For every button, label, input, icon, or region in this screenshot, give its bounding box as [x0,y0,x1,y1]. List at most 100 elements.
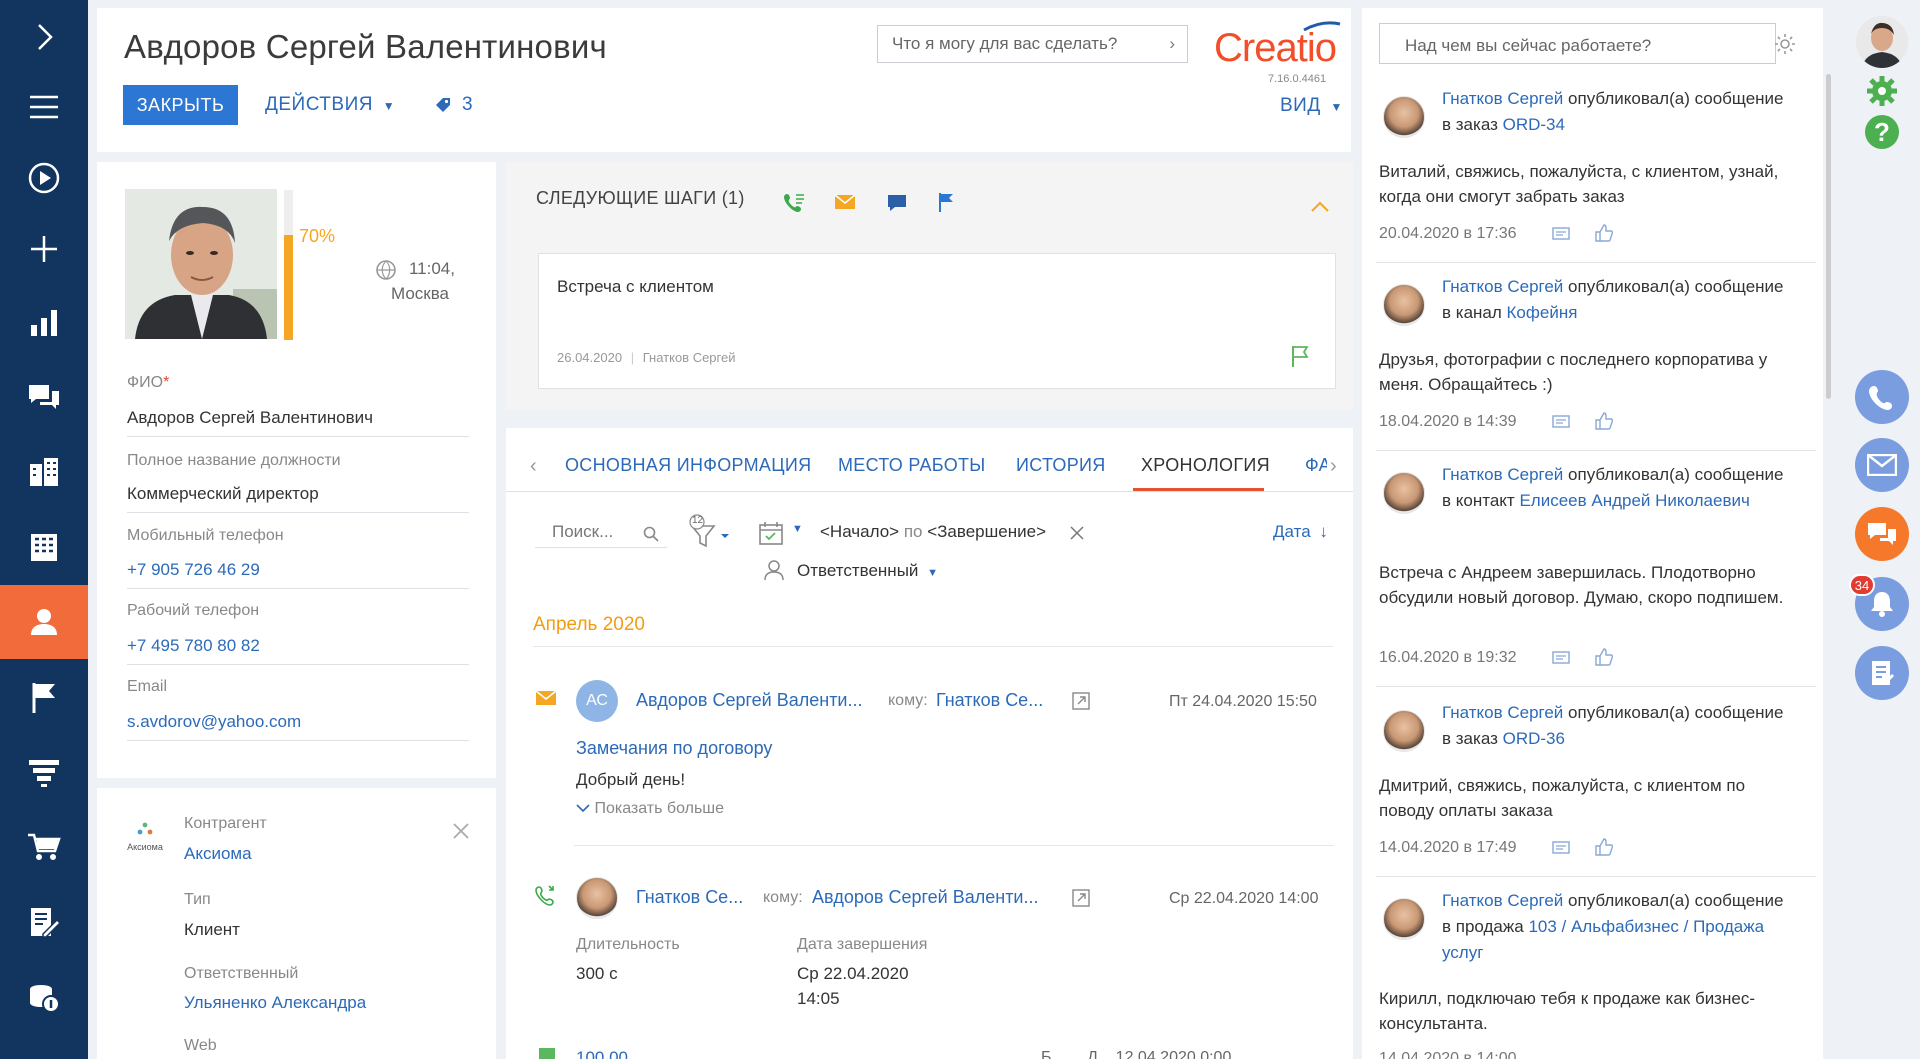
field-value-type[interactable]: Клиент [184,920,240,940]
avatar[interactable] [1383,284,1425,326]
feed-scrollbar[interactable] [1826,74,1831,399]
page-title: Авдоров Сергей Валентинович [124,28,607,65]
tab-main-info[interactable]: ОСНОВНАЯ ИНФОРМАЦИЯ [565,455,811,476]
comment-icon[interactable] [1552,651,1570,667]
funnel-icon[interactable] [0,735,88,809]
like-icon[interactable] [1594,648,1614,666]
feed-post-input[interactable]: Над чем вы сейчас работаете? [1379,23,1776,64]
comment-add-icon[interactable] [886,192,908,214]
post-author[interactable]: Гнатков Сергей [1442,277,1563,296]
dashboards-icon[interactable] [0,286,88,360]
like-icon[interactable] [1594,224,1614,242]
timeline-item[interactable]: АС Авдоров Сергей Валенти... кому: Гнатк… [506,668,1353,828]
expand-icon[interactable] [0,0,88,74]
comment-icon[interactable] [1552,415,1570,431]
email-add-icon[interactable] [834,193,856,211]
phone-button[interactable] [1855,370,1909,424]
chevron-right-icon[interactable]: › [1330,455,1337,478]
post-author[interactable]: Гнатков Сергей [1442,89,1563,108]
field-value-mobile-phone[interactable]: +7 905 726 46 29 [127,560,469,589]
actions-button[interactable]: ДЕЙСТВИЯ ▼ [265,94,395,116]
timeline-search-input[interactable]: Поиск... [535,520,667,548]
comment-icon[interactable] [1552,841,1570,857]
chevron-down-icon[interactable]: ▼ [792,523,803,535]
show-more-link[interactable]: Показать больше [576,800,724,818]
tags-button[interactable]: 3 [434,94,473,116]
menu-icon[interactable] [0,70,88,144]
tab-files[interactable]: ФА [1305,455,1327,476]
filter-button[interactable]: 12 [688,514,730,555]
post-header: Гнатков Сергей опубликовал(а) сообщение … [1442,700,1797,752]
clear-period-icon[interactable] [1070,526,1084,540]
process-icon[interactable] [0,141,88,215]
timeline-item[interactable]: Гнатков Се... кому: Авдоров Сергей Вален… [506,866,1353,1016]
close-icon[interactable] [452,822,470,845]
open-external-icon[interactable] [1072,692,1090,710]
orders-icon[interactable] [0,810,88,884]
avatar[interactable] [1383,472,1425,514]
chevron-up-icon[interactable] [1310,201,1330,213]
avatar[interactable] [1383,96,1425,138]
post-author[interactable]: Гнатков Сергей [1442,703,1563,722]
feed-post: Гнатков Сергей опубликовал(а) сообщение … [1376,274,1816,462]
command-line-input[interactable]: Что я могу для вас сделать? › [877,25,1188,63]
settings-gear-icon[interactable] [1865,74,1899,108]
chat-button[interactable] [1855,507,1909,561]
sort-button[interactable]: Дата ↓ [1273,522,1328,542]
tab-timeline[interactable]: ХРОНОЛОГИЯ [1141,455,1270,476]
comment-icon[interactable] [1552,227,1570,243]
post-author[interactable]: Гнатков Сергей [1442,465,1563,484]
feed-icon[interactable] [0,360,88,434]
flag-icon[interactable] [1289,344,1311,368]
call-from[interactable]: Гнатков Се... [636,887,743,908]
help-icon[interactable]: ? [1865,115,1899,149]
post-date: 14.04.2020 в 14:00 [1379,1050,1517,1059]
chevron-left-icon[interactable]: ‹ [530,455,537,478]
view-button[interactable]: ВИД ▼ [1280,95,1343,117]
period-filter[interactable]: <Начало> по <Завершение> [820,522,1046,542]
owner-filter[interactable]: Ответственный ▼ [797,561,938,581]
open-external-icon[interactable] [1072,889,1090,907]
next-step-card[interactable]: Встреча с клиентом 26.04.2020 | Гнатков … [538,253,1336,389]
post-target[interactable]: ORD-34 [1503,115,1565,134]
activities-icon[interactable] [0,660,88,734]
contact-photo[interactable] [125,189,277,339]
add-icon[interactable] [0,212,88,286]
current-user-avatar[interactable] [1856,16,1908,68]
email-button[interactable] [1855,438,1909,492]
post-target[interactable]: Кофейня [1507,303,1578,322]
companies-icon[interactable] [0,510,88,584]
peek-item-title[interactable]: 100 00 [576,1047,628,1059]
next-steps-title[interactable]: СЛЕДУЮЩИЕ ШАГИ (1) [536,188,745,209]
like-icon[interactable] [1594,412,1614,430]
call-add-icon[interactable] [783,191,805,213]
gear-icon[interactable] [1774,33,1796,55]
field-value-work-phone[interactable]: +7 495 780 80 82 [127,636,469,665]
tab-work-place[interactable]: МЕСТО РАБОТЫ [838,455,986,476]
tab-history[interactable]: ИСТОРИЯ [1016,455,1106,476]
like-icon[interactable] [1594,838,1614,856]
email-to[interactable]: Гнатков Се... [936,690,1043,711]
call-to[interactable]: Авдоров Сергей Валенти... [812,887,1039,908]
post-body: Встреча с Андреем завершилась. Плодотвор… [1379,563,1784,607]
field-value-fio[interactable]: Авдоров Сергей Валентинович [127,408,469,437]
field-value-owner[interactable]: Ульяненко Александра [184,993,366,1013]
avatar[interactable] [1383,710,1425,752]
post-target[interactable]: Елисеев Андрей Николаевич [1519,491,1749,510]
flag-add-icon[interactable] [936,191,956,213]
field-value-account[interactable]: Аксиома [184,844,252,864]
calendar-icon[interactable] [758,520,784,546]
accounts-icon[interactable] [0,435,88,509]
close-button[interactable]: ЗАКРЫТЬ [123,85,238,125]
contracts-icon[interactable] [0,885,88,959]
invoices-icon[interactable] [0,960,88,1034]
avatar[interactable] [1383,898,1425,940]
field-value-job-title[interactable]: Коммерческий директор [127,484,469,513]
post-target[interactable]: ORD-36 [1503,729,1565,748]
field-value-email[interactable]: s.avdorov@yahoo.com [127,712,469,741]
email-from[interactable]: Авдоров Сергей Валенти... [636,690,863,711]
email-subject[interactable]: Замечания по договору [576,738,772,759]
esq-button[interactable] [1855,646,1909,700]
contacts-icon[interactable] [0,585,88,659]
post-author[interactable]: Гнатков Сергей [1442,891,1563,910]
